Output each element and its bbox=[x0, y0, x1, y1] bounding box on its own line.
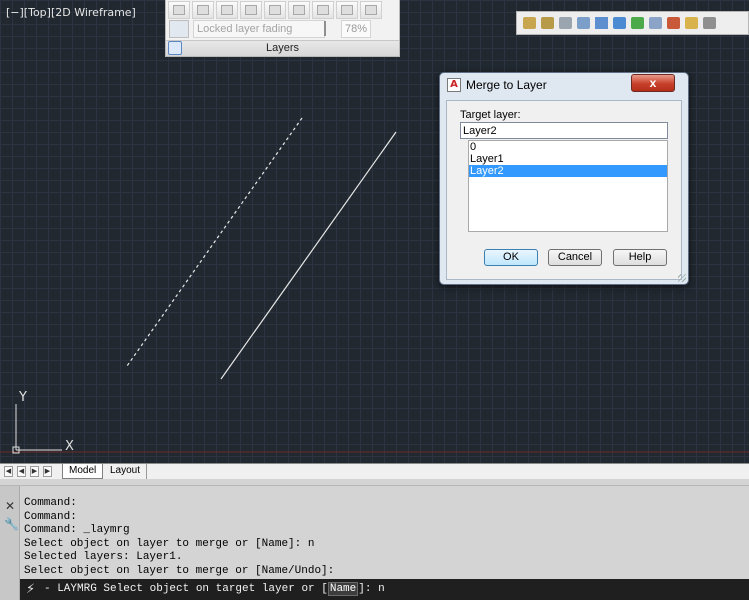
dialog-title-bar[interactable]: A Merge to Layer x bbox=[440, 73, 688, 97]
locked-layer-fading-slider[interactable]: Locked layer fading bbox=[193, 20, 325, 38]
list-item-layer1[interactable]: Layer1 bbox=[469, 153, 667, 165]
help-button[interactable]: Help bbox=[613, 249, 667, 266]
locked-layer-fading-row: Locked layer fading 78% bbox=[169, 19, 397, 39]
next-tab-arrow-icon[interactable]: ▶ bbox=[30, 466, 39, 477]
fading-slider-handle[interactable] bbox=[324, 21, 326, 36]
locked-layer-fading-value[interactable]: 78% bbox=[341, 20, 371, 38]
layer-settings-icon[interactable] bbox=[557, 14, 574, 32]
autocad-app-icon: A bbox=[447, 78, 461, 92]
command-prompt-icon[interactable]: ⚡ bbox=[26, 582, 35, 597]
command-window-sidebar: ✕ 🔧 bbox=[0, 486, 20, 600]
command-history-line: Command: bbox=[24, 510, 77, 523]
last-tab-arrow-icon[interactable]: ▶ bbox=[43, 466, 52, 477]
ucs-icon: Y X bbox=[12, 390, 74, 454]
cancel-button[interactable]: Cancel bbox=[548, 249, 602, 266]
layer-unisolate-icon[interactable] bbox=[611, 14, 628, 32]
close-button[interactable]: x bbox=[631, 74, 675, 92]
layer-isolate-icon[interactable] bbox=[192, 1, 214, 19]
command-window: ✕ 🔧 Command: Command: Command: _laymrg S… bbox=[0, 485, 749, 600]
tab-model[interactable]: Model bbox=[62, 464, 104, 479]
filter-icon[interactable] bbox=[593, 14, 610, 32]
list-item-layer-0[interactable]: 0 bbox=[469, 141, 667, 153]
layers-panel-title-bar[interactable]: Layers bbox=[166, 40, 399, 56]
ucs-y-label: Y bbox=[18, 390, 27, 405]
layer-edit-icon[interactable] bbox=[701, 14, 718, 32]
command-history-line: Selected layers: Layer1. bbox=[24, 551, 183, 563]
locked-layer-fading-icon[interactable] bbox=[169, 20, 189, 38]
merge-to-layer-dialog: A Merge to Layer x Target layer: 0 Layer… bbox=[439, 72, 689, 285]
layer-lock-icon[interactable] bbox=[240, 1, 262, 19]
command-prompt[interactable]: - LAYMRG Select object on target layer o… bbox=[44, 582, 385, 596]
solid-line-layer2 bbox=[220, 131, 397, 380]
layer-make-icon[interactable] bbox=[683, 14, 700, 32]
close-icon[interactable]: ✕ bbox=[5, 499, 15, 513]
layout-tabs-bar: ◀ ◀ ▶ ▶ Model Layout bbox=[0, 463, 749, 479]
dialog-body: Target layer: 0 Layer1 Layer2 OK Cancel … bbox=[446, 100, 682, 280]
resize-grip-icon[interactable] bbox=[678, 274, 686, 282]
first-tab-arrow-icon[interactable]: ◀ bbox=[4, 466, 13, 477]
command-option-name[interactable]: Name bbox=[327, 582, 359, 596]
dashed-line-layer1 bbox=[126, 117, 303, 367]
ok-button[interactable]: OK bbox=[484, 249, 538, 266]
layer-previous-icon[interactable] bbox=[288, 1, 310, 19]
command-history-line: Command: bbox=[24, 497, 77, 509]
prev-tab-arrow-icon[interactable]: ◀ bbox=[17, 466, 26, 477]
target-layer-input[interactable] bbox=[460, 122, 668, 139]
layer-walk-icon[interactable] bbox=[312, 1, 334, 19]
command-history: Command: Command: Command: _laymrg Selec… bbox=[24, 497, 744, 578]
layer-translator-icon[interactable] bbox=[575, 14, 592, 32]
layer-list[interactable]: 0 Layer1 Layer2 bbox=[468, 140, 668, 232]
layer-off-icon[interactable] bbox=[168, 1, 190, 19]
target-layer-label: Target layer: bbox=[460, 109, 521, 121]
layers-panel-title: Layers bbox=[265, 42, 300, 54]
layers-toolbar bbox=[516, 11, 749, 35]
list-item-layer2[interactable]: Layer2 bbox=[469, 165, 667, 177]
dialog-title: Merge to Layer bbox=[466, 78, 547, 92]
command-history-line: Select object on layer to merge or [Name… bbox=[24, 564, 335, 577]
command-history-line: Select object on layer to merge or [Name… bbox=[24, 537, 315, 550]
layer-list-icon[interactable] bbox=[647, 14, 664, 32]
tab-layout[interactable]: Layout bbox=[104, 464, 148, 479]
command-history-line: Command: _laymrg bbox=[24, 524, 130, 536]
layer-delete-icon[interactable] bbox=[360, 1, 382, 19]
layer-color-icon[interactable] bbox=[629, 14, 646, 32]
ucs-x-label: X bbox=[65, 439, 74, 454]
layer-properties-icon[interactable] bbox=[521, 14, 538, 32]
command-prompt-prefix: - LAYMRG Select object on target layer o… bbox=[44, 583, 328, 595]
layer-freeze-icon[interactable] bbox=[216, 1, 238, 19]
wrench-icon[interactable]: 🔧 bbox=[4, 517, 19, 531]
command-line-input[interactable]: ⚡ - LAYMRG Select object on target layer… bbox=[20, 579, 749, 600]
command-prompt-suffix: ]: n bbox=[358, 583, 385, 595]
layer-new-icon[interactable] bbox=[665, 14, 682, 32]
layer-states-icon[interactable] bbox=[539, 14, 556, 32]
layer-match-icon[interactable] bbox=[264, 1, 286, 19]
layer-merge-icon[interactable] bbox=[336, 1, 358, 19]
layers-panel: Locked layer fading 78% Layers bbox=[165, 0, 400, 57]
